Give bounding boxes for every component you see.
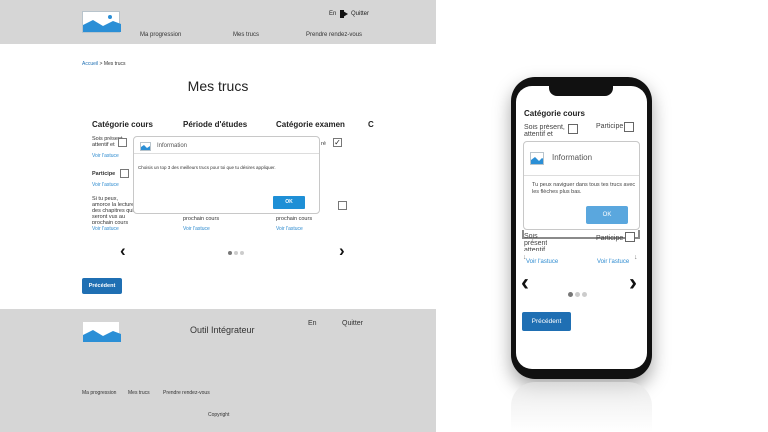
column-title-etudes: Période d'études: [183, 120, 248, 129]
logo-icon[interactable]: [82, 321, 121, 343]
nav-mes-trucs[interactable]: Mes trucs: [233, 32, 259, 38]
chevron-left-icon[interactable]: ‹: [521, 269, 529, 297]
copyright: Copyright: [208, 412, 230, 418]
mobile-modal-ok-button[interactable]: OK: [586, 206, 628, 224]
chevron-right-icon[interactable]: ›: [629, 269, 637, 297]
header: En Quitter Ma progression Mes trucs Pren…: [0, 0, 436, 44]
tip-checkbox[interactable]: [120, 169, 129, 178]
carousel-dot[interactable]: [568, 292, 573, 297]
carousel-dot[interactable]: [582, 292, 587, 297]
phone-reflection: [511, 382, 652, 432]
footer: Outil Intégrateur En Quitter Ma progress…: [0, 309, 436, 432]
mobile-view: Catégorie cours Sois présent, attentif e…: [516, 86, 647, 369]
mobile-information-modal: Information Tu peux naviguer dans tous t…: [523, 141, 640, 230]
tip-link[interactable]: Voir l'astuce: [183, 226, 210, 232]
carousel-dots: [228, 242, 246, 260]
column-title-cours: Catégorie cours: [92, 120, 153, 129]
page-title: Mes trucs: [187, 78, 249, 94]
footer-title: Outil Intégrateur: [190, 325, 255, 335]
modal-ok-button[interactable]: OK: [273, 196, 305, 209]
tip-checkbox[interactable]: [118, 138, 127, 147]
carousel-dot[interactable]: [240, 251, 244, 255]
mobile-tip-text: Participe: [596, 123, 624, 130]
tip-text: prochain cours: [183, 216, 220, 222]
mobile-checkbox[interactable]: [625, 232, 635, 242]
mobile-tip-text: Participe: [596, 235, 624, 242]
mobile-previous-button[interactable]: Précédent: [522, 312, 571, 331]
modal-text: Choisis un top 3 des meilleurs trucs pou…: [138, 165, 276, 170]
tip-text: Si tu peux, amorce la lecture des chapit…: [92, 196, 135, 224]
information-icon: [530, 152, 544, 165]
tip-link[interactable]: Voir l'astuce: [92, 182, 119, 188]
mobile-carousel-dots: [568, 284, 589, 302]
information-modal: Information Choisis un top 3 des meilleu…: [133, 136, 320, 214]
modal-title: Information: [157, 143, 188, 149]
tip-checkbox[interactable]: [338, 201, 347, 210]
carousel-dot[interactable]: [234, 251, 238, 255]
breadcrumb-home[interactable]: Accueil: [82, 61, 98, 67]
mobile-modal-title: Information: [552, 153, 593, 162]
mobile-modal-text: Tu peux naviguer dans tous tes trucs ave…: [532, 182, 636, 195]
footer-link[interactable]: Prendre rendez-vous: [163, 390, 210, 396]
mobile-tip-text: Sois présent, attentif et concentré: [524, 124, 565, 138]
mobile-tip-link[interactable]: Voir l'astuce: [526, 259, 558, 265]
breadcrumb: Accueil > Mes trucs: [82, 61, 126, 67]
arrow-down-icon: ↓: [634, 254, 638, 261]
tip-link[interactable]: Voir l'astuce: [276, 226, 303, 232]
column-title-cutoff: C: [368, 120, 374, 129]
stage: En Quitter Ma progression Mes trucs Pren…: [0, 0, 768, 432]
chevron-right-icon[interactable]: ›: [339, 241, 345, 261]
nav-ma-progression[interactable]: Ma progression: [140, 32, 181, 38]
mobile-checkbox[interactable]: [624, 122, 634, 132]
carousel-dot[interactable]: [575, 292, 580, 297]
tip-text: prochain cours: [276, 216, 313, 222]
language-link[interactable]: En: [329, 11, 336, 17]
footer-lang-link[interactable]: En: [308, 320, 317, 327]
mobile-tip-link[interactable]: Voir l'astuce: [597, 259, 629, 265]
desktop-view: En Quitter Ma progression Mes trucs Pren…: [0, 0, 436, 432]
modal-header: Information: [134, 137, 319, 154]
checkbox-checked[interactable]: ✓: [333, 138, 342, 147]
footer-quit-link[interactable]: Quitter: [342, 320, 363, 327]
tip-text: Sois présent, attentif et concentré: [92, 136, 125, 148]
nav-prendre-rendez-vous[interactable]: Prendre rendez-vous: [306, 32, 362, 38]
column-title-examen: Catégorie examen: [276, 120, 345, 129]
footer-link[interactable]: Ma progression: [82, 390, 116, 396]
phone-notch: [549, 86, 613, 96]
quit-icon[interactable]: [339, 9, 349, 19]
tip-link[interactable]: Voir l'astuce: [92, 226, 119, 232]
tip-text: ré: [321, 141, 326, 147]
information-icon: [140, 142, 151, 151]
mobile-tip-text: Sois présent, attentif et concentré: [524, 233, 547, 251]
tip-link[interactable]: Voir l'astuce: [92, 153, 119, 159]
footer-link[interactable]: Mes trucs: [128, 390, 150, 396]
logo-icon[interactable]: [82, 11, 121, 33]
carousel-dot[interactable]: [228, 251, 232, 255]
chevron-left-icon[interactable]: ‹: [120, 241, 126, 261]
quit-link[interactable]: Quitter: [351, 11, 369, 17]
mobile-column-title: Catégorie cours: [524, 109, 585, 118]
breadcrumb-current: Mes trucs: [103, 61, 126, 67]
tip-text: Participe: [92, 171, 116, 177]
previous-button[interactable]: Précédent: [82, 278, 122, 294]
mobile-modal-header: Information: [524, 142, 639, 176]
arrow-down-icon: ↓: [523, 254, 527, 261]
mobile-checkbox-checked[interactable]: [568, 124, 578, 134]
